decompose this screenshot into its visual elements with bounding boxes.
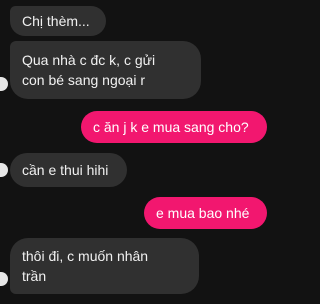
chat-thread: Chị thèm... Qua nhà c đc k, c gửi con bé… xyxy=(0,0,269,304)
message-text: cần e thui hihi xyxy=(22,162,109,178)
message-text: e mua bao nhé xyxy=(156,205,250,221)
incoming-message-bubble[interactable]: Chị thèm... xyxy=(10,6,106,36)
message-line: trần xyxy=(22,268,47,284)
contact-avatar[interactable] xyxy=(0,272,8,286)
outgoing-message-bubble[interactable]: c ăn j k e mua sang cho? xyxy=(81,111,267,143)
message-text: Chị thèm... xyxy=(22,13,90,29)
message-line: con bé sang ngoại r xyxy=(22,72,145,88)
contact-avatar[interactable] xyxy=(0,163,8,177)
incoming-message-bubble[interactable]: Qua nhà c đc k, c gửi con bé sang ngoại … xyxy=(10,41,201,99)
incoming-message-bubble[interactable]: thôi đi, c muốn nhân trần xyxy=(10,238,199,294)
message-line: Qua nhà c đc k, c gửi xyxy=(22,52,156,68)
contact-avatar[interactable] xyxy=(0,77,8,91)
outgoing-message-bubble[interactable]: e mua bao nhé xyxy=(144,197,267,229)
incoming-message-bubble[interactable]: cần e thui hihi xyxy=(10,153,127,187)
message-text: c ăn j k e mua sang cho? xyxy=(93,119,249,135)
message-line: thôi đi, c muốn nhân xyxy=(22,248,149,264)
